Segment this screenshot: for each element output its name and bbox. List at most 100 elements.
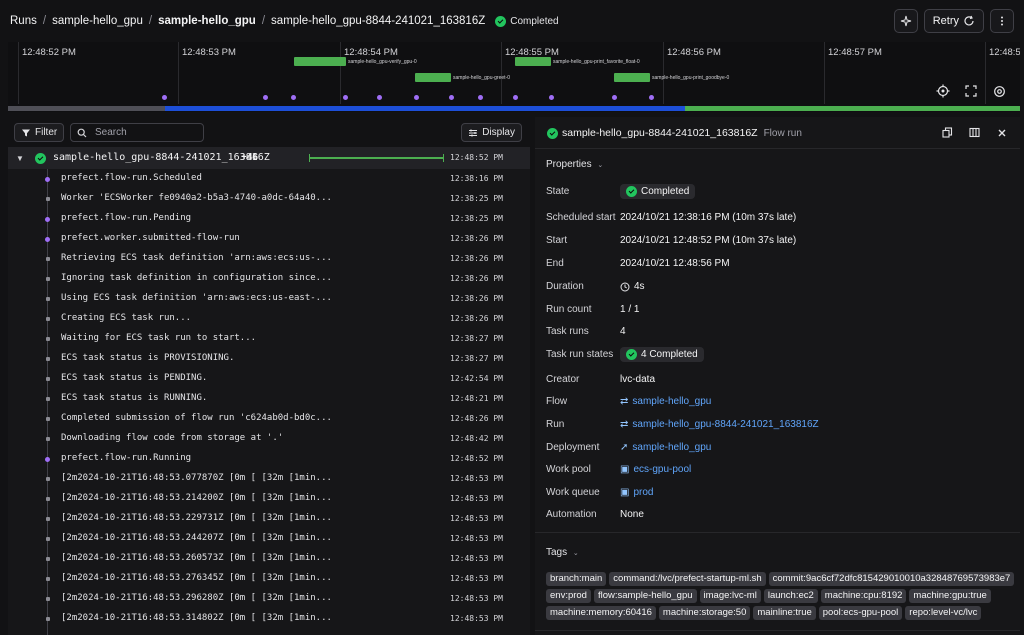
breadcrumb-flow-link[interactable]: sample-hello_gpu [52,15,143,27]
log-message: ECS task status is PENDING. [61,373,208,383]
log-row[interactable]: ECS task status is RUNNING. 12:48:21 PM [8,389,530,409]
display-button[interactable]: Display [461,123,522,142]
properties-label: Properties [546,159,592,170]
timeline-settings-button[interactable] [992,84,1006,98]
prop-workpool-key: Work pool [546,464,591,475]
timeline-event-dot[interactable] [612,95,617,100]
log-message: Using ECS task definition 'arn:aws:ecs:u… [61,293,332,303]
timeline-event-dot[interactable] [343,95,348,100]
prop-taskruns-key: Task runs [546,326,589,337]
tag-chip: image:lvc-ml [699,589,761,603]
log-row[interactable]: [2m2024-10-21T16:48:53.077870Z [0m [ [32… [8,469,530,489]
search-box[interactable] [70,123,204,142]
timeline-event-dot[interactable] [414,95,419,100]
prop-creator-value: lvc-data [620,374,656,385]
log-message: ECS task status is PROVISIONING. [61,353,235,363]
log-row[interactable]: prefect.flow-run.Scheduled 12:38:16 PM [8,169,530,189]
search-input[interactable] [95,127,195,138]
timeline-event-dot[interactable] [649,95,654,100]
timeline-tick-label: 12:48:53 PM [182,47,236,58]
properties-section-toggle[interactable]: Properties ⌄ [546,159,603,170]
log-row[interactable]: Retrieving ECS task definition 'arn:aws:… [8,249,530,269]
log-row[interactable]: Ignoring task definition in configuratio… [8,269,530,289]
tag-list: branch:main command:/lvc/prefect-startup-… [546,572,1016,620]
log-list[interactable]: prefect.flow-run.Scheduled 12:38:16 PM Wor… [8,169,530,635]
log-row[interactable]: Waiting for ECS task run to start... 12:3… [8,329,530,349]
prop-state-value: Completed [620,184,696,199]
deployment-link[interactable]: ➚ sample-hello_gpu [620,442,711,453]
panel-subtitle: Flow run [763,127,802,139]
breadcrumb-separator: / [261,15,266,27]
timeline-state-pending [8,106,165,111]
log-row[interactable]: Worker 'ECSWorker fe0940a2-b5a3-4740-a0d… [8,189,530,209]
timeline-event-dot[interactable] [263,95,268,100]
timeline-event-dot[interactable] [162,95,167,100]
log-row[interactable]: Completed submission of flow run 'c624ab… [8,409,530,429]
root-run-time: 12:48:52 PM [450,153,503,162]
sparkle-button[interactable] [893,9,918,33]
timeline-event-dot[interactable] [549,95,554,100]
log-row[interactable]: prefect.worker.submitted-flow-run 12:38:2… [8,229,530,249]
log-row[interactable]: [2m2024-10-21T16:48:53.214200Z [0m [ [32… [8,489,530,509]
task-run-bar[interactable] [415,73,451,82]
root-run-row[interactable]: ▼ sample-hello_gpu-8844-241021_163816Z +… [8,147,530,169]
retry-button[interactable]: Retry [923,9,984,33]
chevron-down-icon[interactable]: ▼ [16,154,24,163]
layout-columns-button[interactable] [968,126,981,139]
refresh-icon [964,15,974,26]
log-timestamp: 12:48:53 PM [450,494,503,503]
timeline-event-dot[interactable] [449,95,454,100]
task-run-bar[interactable] [614,73,650,82]
log-row[interactable]: [2m2024-10-21T16:48:53.260573Z [0m [ [32… [8,549,530,569]
run-timeline[interactable]: 12:48:52 PM 12:48:53 PM 12:48:54 PM 12:4… [8,42,1020,112]
prop-runcount-value: 1 / 1 [620,304,640,315]
task-states-badge[interactable]: 4 Completed [620,347,704,362]
timeline-event-dot[interactable] [478,95,483,100]
work-pool-link[interactable]: ▣ ecs-gpu-pool [620,464,691,475]
log-row[interactable]: Creating ECS task run... 12:38:26 PM [8,309,530,329]
breadcrumb-runs-link[interactable]: Runs [10,15,37,27]
timeline-gridline [824,42,825,104]
tags-section-toggle[interactable]: Tags ⌄ [546,547,579,558]
log-message: Creating ECS task run... [61,313,192,323]
log-row[interactable]: [2m2024-10-21T16:48:53.229731Z [0m [ [32… [8,509,530,529]
log-row[interactable]: Using ECS task definition 'arn:aws:ecs:u… [8,289,530,309]
copy-button[interactable] [941,126,954,139]
filter-button[interactable]: Filter [14,123,65,142]
task-run-bar[interactable] [515,57,551,66]
duration-text: 4s [634,281,645,292]
work-pool-link-text: ecs-gpu-pool [633,464,692,475]
log-marker-icon [46,417,50,421]
log-row[interactable]: ECS task status is PENDING. 12:42:54 PM [8,369,530,389]
log-timestamp: 12:48:53 PM [450,474,503,483]
log-row[interactable]: Downloading flow code from storage at '.… [8,429,530,449]
log-row[interactable]: [2m2024-10-21T16:48:53.276345Z [0m [ [32… [8,569,530,589]
timeline-event-dot[interactable] [513,95,518,100]
task-run-bar[interactable] [294,57,346,66]
close-panel-button[interactable] [995,126,1008,139]
breadcrumb-deployment-link[interactable]: sample-hello_gpu [158,15,256,27]
timeline-fullscreen-button[interactable] [964,84,978,98]
run-link[interactable]: ⇄ sample-hello_gpu-8844-241021_163816Z [620,419,819,430]
log-message: prefect.flow-run.Running [61,453,192,463]
log-row[interactable]: [2m2024-10-21T16:48:53.314802Z [0m [ [32… [8,609,530,629]
log-row[interactable]: ECS task status is PROVISIONING. 12:38:27… [8,349,530,369]
log-row[interactable]: [2m2024-10-21T16:48:53.244207Z [0m [ [32… [8,529,530,549]
timeline-recenter-button[interactable] [936,84,950,98]
more-options-button[interactable] [990,9,1014,33]
log-message: [2m2024-10-21T16:48:53.077870Z [0m [ [32… [61,473,332,483]
work-queue-link[interactable]: ▣ prod [620,487,653,498]
log-row[interactable]: prefect.flow-run.Running 12:48:52 PM [8,449,530,469]
timeline-event-dot[interactable] [291,95,296,100]
prop-taskstates-value: 4 Completed [620,347,704,362]
log-message: Completed submission of flow run 'c624ab… [61,413,332,423]
timeline-gridline [178,42,179,104]
flow-link[interactable]: ⇄ sample-hello_gpu [620,396,711,407]
log-timestamp: 12:48:53 PM [450,614,503,623]
sparkle-icon [900,15,911,27]
timeline-event-dot[interactable] [377,95,382,100]
log-row[interactable]: [2m2024-10-21T16:48:53.296280Z [0m [ [32… [8,589,530,609]
log-row[interactable]: prefect.flow-run.Pending 12:38:25 PM [8,209,530,229]
tag-chip: machine:gpu:true [909,589,991,603]
prop-scheduled-value: 2024/10/21 12:38:16 PM (10m 37s late) [620,212,797,223]
